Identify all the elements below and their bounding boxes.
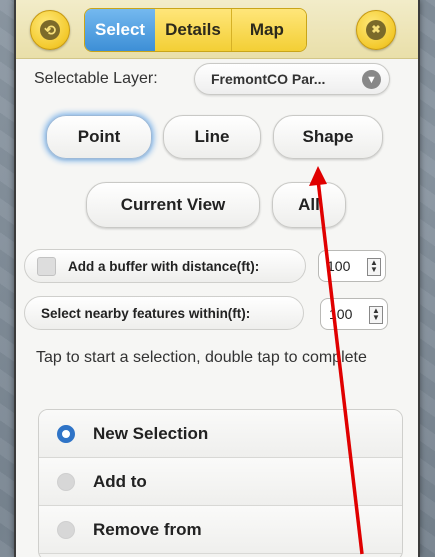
shape-button[interactable]: Shape xyxy=(273,115,383,159)
tab-map[interactable]: Map xyxy=(230,9,306,51)
radio-label: Remove from xyxy=(93,519,202,539)
point-button[interactable]: Point xyxy=(46,115,152,159)
radio-selected-icon xyxy=(57,424,75,443)
radio-add-to[interactable]: Add to xyxy=(39,458,402,506)
back-button[interactable]: ⟲ xyxy=(30,10,70,50)
nearby-label: Select nearby features within(ft): xyxy=(41,305,251,321)
instruction-text: Tap to start a selection, double tap to … xyxy=(36,349,367,366)
panel-header: ⟲ Select Details Map ✖ xyxy=(16,0,418,59)
line-button[interactable]: Line xyxy=(163,115,261,159)
spinner-icon[interactable]: ▲ ▼ xyxy=(369,306,383,324)
all-button[interactable]: All xyxy=(272,182,346,228)
buffer-distance-input[interactable]: 100 ▲ ▼ xyxy=(318,250,386,282)
buffer-checkbox[interactable] xyxy=(37,256,56,276)
layer-select[interactable]: FremontCO Par... ▼ xyxy=(194,63,390,95)
radio-new-selection[interactable]: New Selection xyxy=(39,410,402,458)
selection-panel: ⟲ Select Details Map ✖ Selectable Layer:… xyxy=(14,0,420,557)
close-button[interactable]: ✖ xyxy=(356,10,396,50)
radio-remove-from[interactable]: Remove from xyxy=(39,506,402,554)
close-icon: ✖ xyxy=(366,20,386,40)
radio-label: New Selection xyxy=(93,423,209,443)
current-view-button[interactable]: Current View xyxy=(86,182,260,228)
nearby-distance-input[interactable]: 100 ▲ ▼ xyxy=(320,298,388,330)
layer-select-value: FremontCO Par... xyxy=(211,71,326,87)
buffer-distance-value: 100 xyxy=(327,258,351,274)
spinner-icon[interactable]: ▲ ▼ xyxy=(367,258,381,276)
radio-label: Add to xyxy=(93,471,147,491)
radio-unselected-icon xyxy=(57,520,75,539)
chevron-down-icon: ▼ xyxy=(362,70,381,89)
buffer-option[interactable]: Add a buffer with distance(ft): xyxy=(24,249,306,283)
layer-label: Selectable Layer: xyxy=(34,70,158,87)
nearby-distance-value: 100 xyxy=(329,306,353,322)
selection-mode-group: New Selection Add to Remove from xyxy=(38,409,403,557)
tab-details[interactable]: Details xyxy=(155,9,231,51)
tab-select[interactable]: Select xyxy=(85,9,156,51)
tab-bar: Select Details Map xyxy=(84,8,307,52)
radio-unselected-icon xyxy=(57,472,75,491)
buffer-label: Add a buffer with distance(ft): xyxy=(68,258,260,274)
undo-icon: ⟲ xyxy=(40,20,60,40)
nearby-option: Select nearby features within(ft): xyxy=(24,296,304,330)
